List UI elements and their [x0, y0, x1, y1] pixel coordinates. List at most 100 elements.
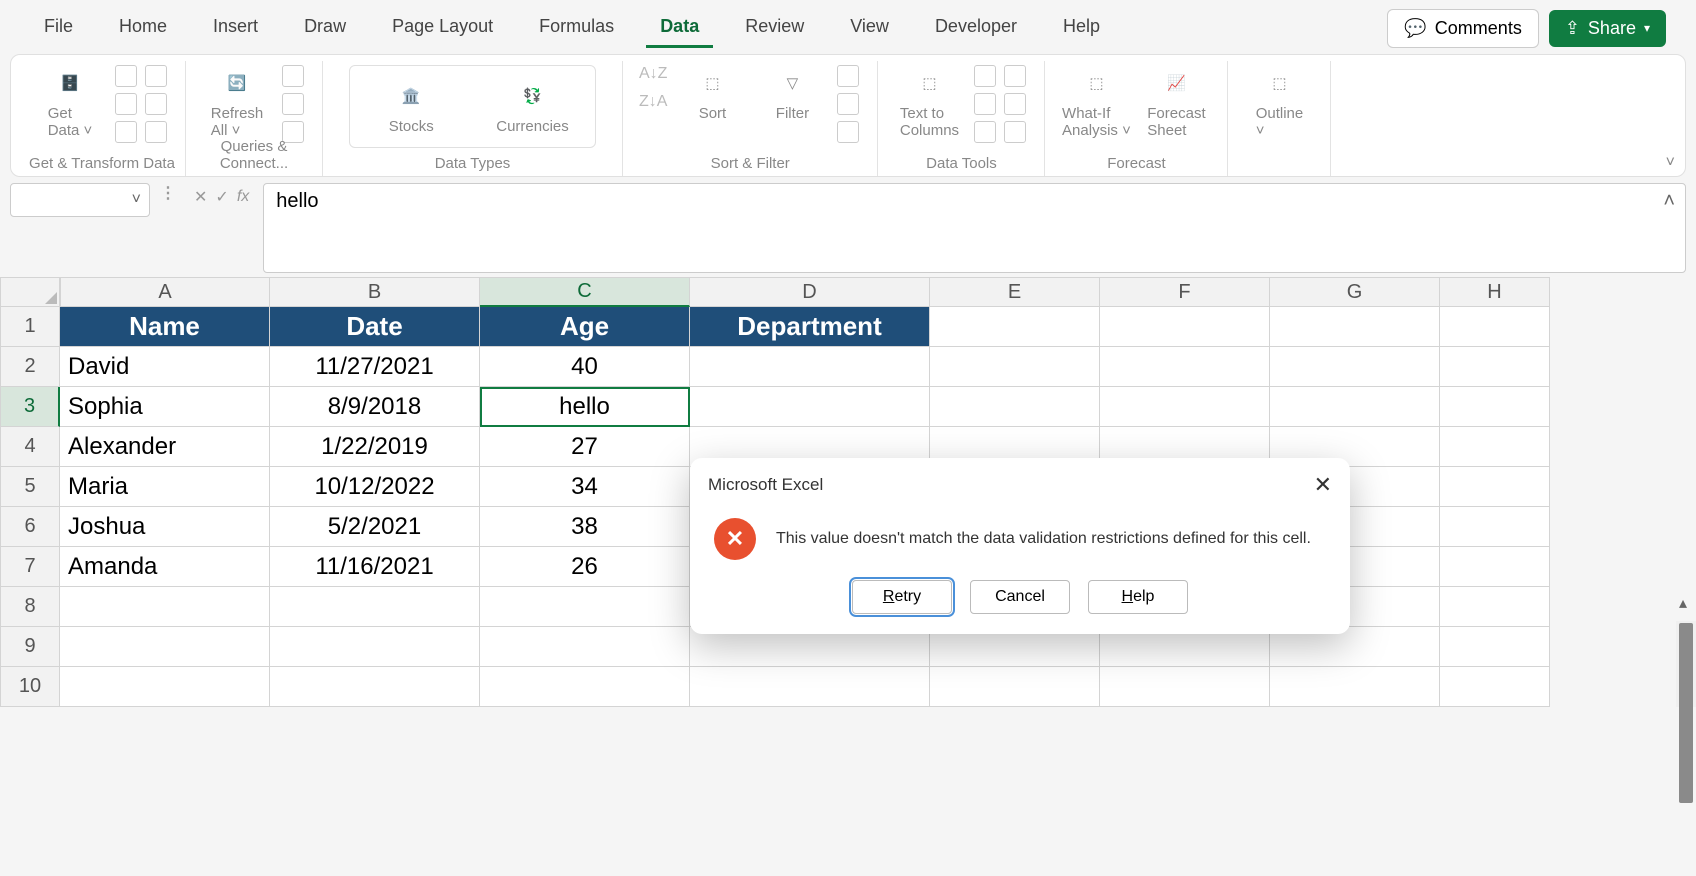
share-button[interactable]: ⇪ Share ▾ — [1549, 10, 1666, 47]
cell-A8[interactable] — [60, 587, 270, 627]
tab-insert[interactable]: Insert — [199, 8, 272, 48]
cell-G10[interactable] — [1270, 667, 1440, 707]
outline-button[interactable]: ⬚ Outline ˅ — [1244, 65, 1314, 139]
tab-draw[interactable]: Draw — [290, 8, 360, 48]
cell-H7[interactable] — [1440, 547, 1550, 587]
cell-A3[interactable]: Sophia — [60, 387, 270, 427]
cell-E10[interactable] — [930, 667, 1100, 707]
row-header-5[interactable]: 5 — [0, 467, 60, 507]
tab-home[interactable]: Home — [105, 8, 181, 48]
cell-H3[interactable] — [1440, 387, 1550, 427]
retry-button[interactable]: Retry — [852, 580, 952, 614]
get-data-button[interactable]: 🗄️ Get Data ˅ — [35, 65, 105, 139]
cell-G2[interactable] — [1270, 347, 1440, 387]
cell-G1[interactable] — [1270, 307, 1440, 347]
name-box[interactable]: ˅ — [10, 183, 150, 217]
cell-C4[interactable]: 27 — [480, 427, 690, 467]
col-header-G[interactable]: G — [1270, 277, 1440, 307]
vertical-scrollbar[interactable]: ▴ — [1676, 621, 1696, 707]
scroll-up-icon[interactable]: ▴ — [1679, 593, 1687, 613]
cell-D1[interactable]: Department — [690, 307, 930, 347]
cell-A5[interactable]: Maria — [60, 467, 270, 507]
row-header-3[interactable]: 3 — [0, 387, 60, 427]
collapse-ribbon-icon[interactable]: ˅ — [1666, 154, 1675, 172]
row-header-9[interactable]: 9 — [0, 627, 60, 667]
col-header-E[interactable]: E — [930, 277, 1100, 307]
tab-data[interactable]: Data — [646, 8, 713, 48]
row-header-1[interactable]: 1 — [0, 307, 60, 347]
formula-input[interactable]: hello ˄ — [263, 183, 1686, 273]
comments-button[interactable]: 💬 Comments — [1387, 9, 1538, 48]
col-header-C[interactable]: C — [480, 277, 690, 307]
cell-A1[interactable]: Name — [60, 307, 270, 347]
col-header-D[interactable]: D — [690, 277, 930, 307]
scrollbar-thumb[interactable] — [1679, 623, 1693, 803]
cell-H4[interactable] — [1440, 427, 1550, 467]
cell-F2[interactable] — [1100, 347, 1270, 387]
cell-B5[interactable]: 10/12/2022 — [270, 467, 480, 507]
col-header-A[interactable]: A — [60, 277, 270, 307]
close-icon[interactable]: ✕ — [1314, 472, 1332, 498]
enter-formula-icon[interactable]: ✓ — [215, 187, 228, 207]
cell-C2[interactable]: 40 — [480, 347, 690, 387]
text-to-columns-button[interactable]: ⬚ Text to Columns — [894, 65, 964, 139]
cell-C1[interactable]: Age — [480, 307, 690, 347]
cell-C10[interactable] — [480, 667, 690, 707]
cell-C6[interactable]: 38 — [480, 507, 690, 547]
cell-E1[interactable] — [930, 307, 1100, 347]
relationships-icon[interactable] — [974, 121, 996, 143]
from-text-icon[interactable] — [115, 65, 137, 87]
cell-A6[interactable]: Joshua — [60, 507, 270, 547]
cell-A9[interactable] — [60, 627, 270, 667]
cancel-button[interactable]: Cancel — [970, 580, 1070, 614]
col-header-F[interactable]: F — [1100, 277, 1270, 307]
advanced-filter-icon[interactable] — [837, 121, 859, 143]
cell-H8[interactable] — [1440, 587, 1550, 627]
cell-H2[interactable] — [1440, 347, 1550, 387]
cell-C5[interactable]: 34 — [480, 467, 690, 507]
tab-review[interactable]: Review — [731, 8, 818, 48]
from-web-icon[interactable] — [145, 65, 167, 87]
help-button[interactable]: Help — [1088, 580, 1188, 614]
power-query-icon[interactable] — [145, 121, 167, 143]
select-all-button[interactable] — [0, 277, 60, 307]
cell-B3[interactable]: 8/9/2018 — [270, 387, 480, 427]
recent-sources-icon[interactable] — [145, 93, 167, 115]
filter-button[interactable]: ▽ Filter — [757, 65, 827, 122]
cell-H10[interactable] — [1440, 667, 1550, 707]
sort-desc-icon[interactable]: Z↓A — [639, 93, 667, 111]
cancel-formula-icon[interactable]: ✕ — [194, 187, 207, 207]
data-validation-icon[interactable] — [974, 93, 996, 115]
col-header-B[interactable]: B — [270, 277, 480, 307]
row-header-6[interactable]: 6 — [0, 507, 60, 547]
tab-help[interactable]: Help — [1049, 8, 1114, 48]
tab-view[interactable]: View — [836, 8, 903, 48]
cell-A4[interactable]: Alexander — [60, 427, 270, 467]
cell-B2[interactable]: 11/27/2021 — [270, 347, 480, 387]
from-table-icon[interactable] — [115, 93, 137, 115]
stocks-button[interactable]: 🏛️ Stocks — [376, 78, 446, 135]
cell-A10[interactable] — [60, 667, 270, 707]
cell-B6[interactable]: 5/2/2021 — [270, 507, 480, 547]
cell-E3[interactable] — [930, 387, 1100, 427]
fx-icon[interactable]: fx — [237, 188, 249, 206]
cell-D10[interactable] — [690, 667, 930, 707]
cell-H6[interactable] — [1440, 507, 1550, 547]
cell-F10[interactable] — [1100, 667, 1270, 707]
cell-B4[interactable]: 1/22/2019 — [270, 427, 480, 467]
cell-B10[interactable] — [270, 667, 480, 707]
tab-file[interactable]: File — [30, 8, 87, 48]
row-header-4[interactable]: 4 — [0, 427, 60, 467]
what-if-button[interactable]: ⬚ What-If Analysis ˅ — [1061, 65, 1131, 139]
currencies-button[interactable]: 💱 Currencies — [496, 78, 569, 135]
sort-button[interactable]: ⬚ Sort — [677, 65, 747, 122]
cell-G3[interactable] — [1270, 387, 1440, 427]
cell-H9[interactable] — [1440, 627, 1550, 667]
cell-C3[interactable]: hello — [480, 387, 690, 427]
existing-connections-icon[interactable] — [115, 121, 137, 143]
cell-B8[interactable] — [270, 587, 480, 627]
cell-F1[interactable] — [1100, 307, 1270, 347]
cell-H1[interactable] — [1440, 307, 1550, 347]
cell-E2[interactable] — [930, 347, 1100, 387]
clear-filter-icon[interactable] — [837, 65, 859, 87]
